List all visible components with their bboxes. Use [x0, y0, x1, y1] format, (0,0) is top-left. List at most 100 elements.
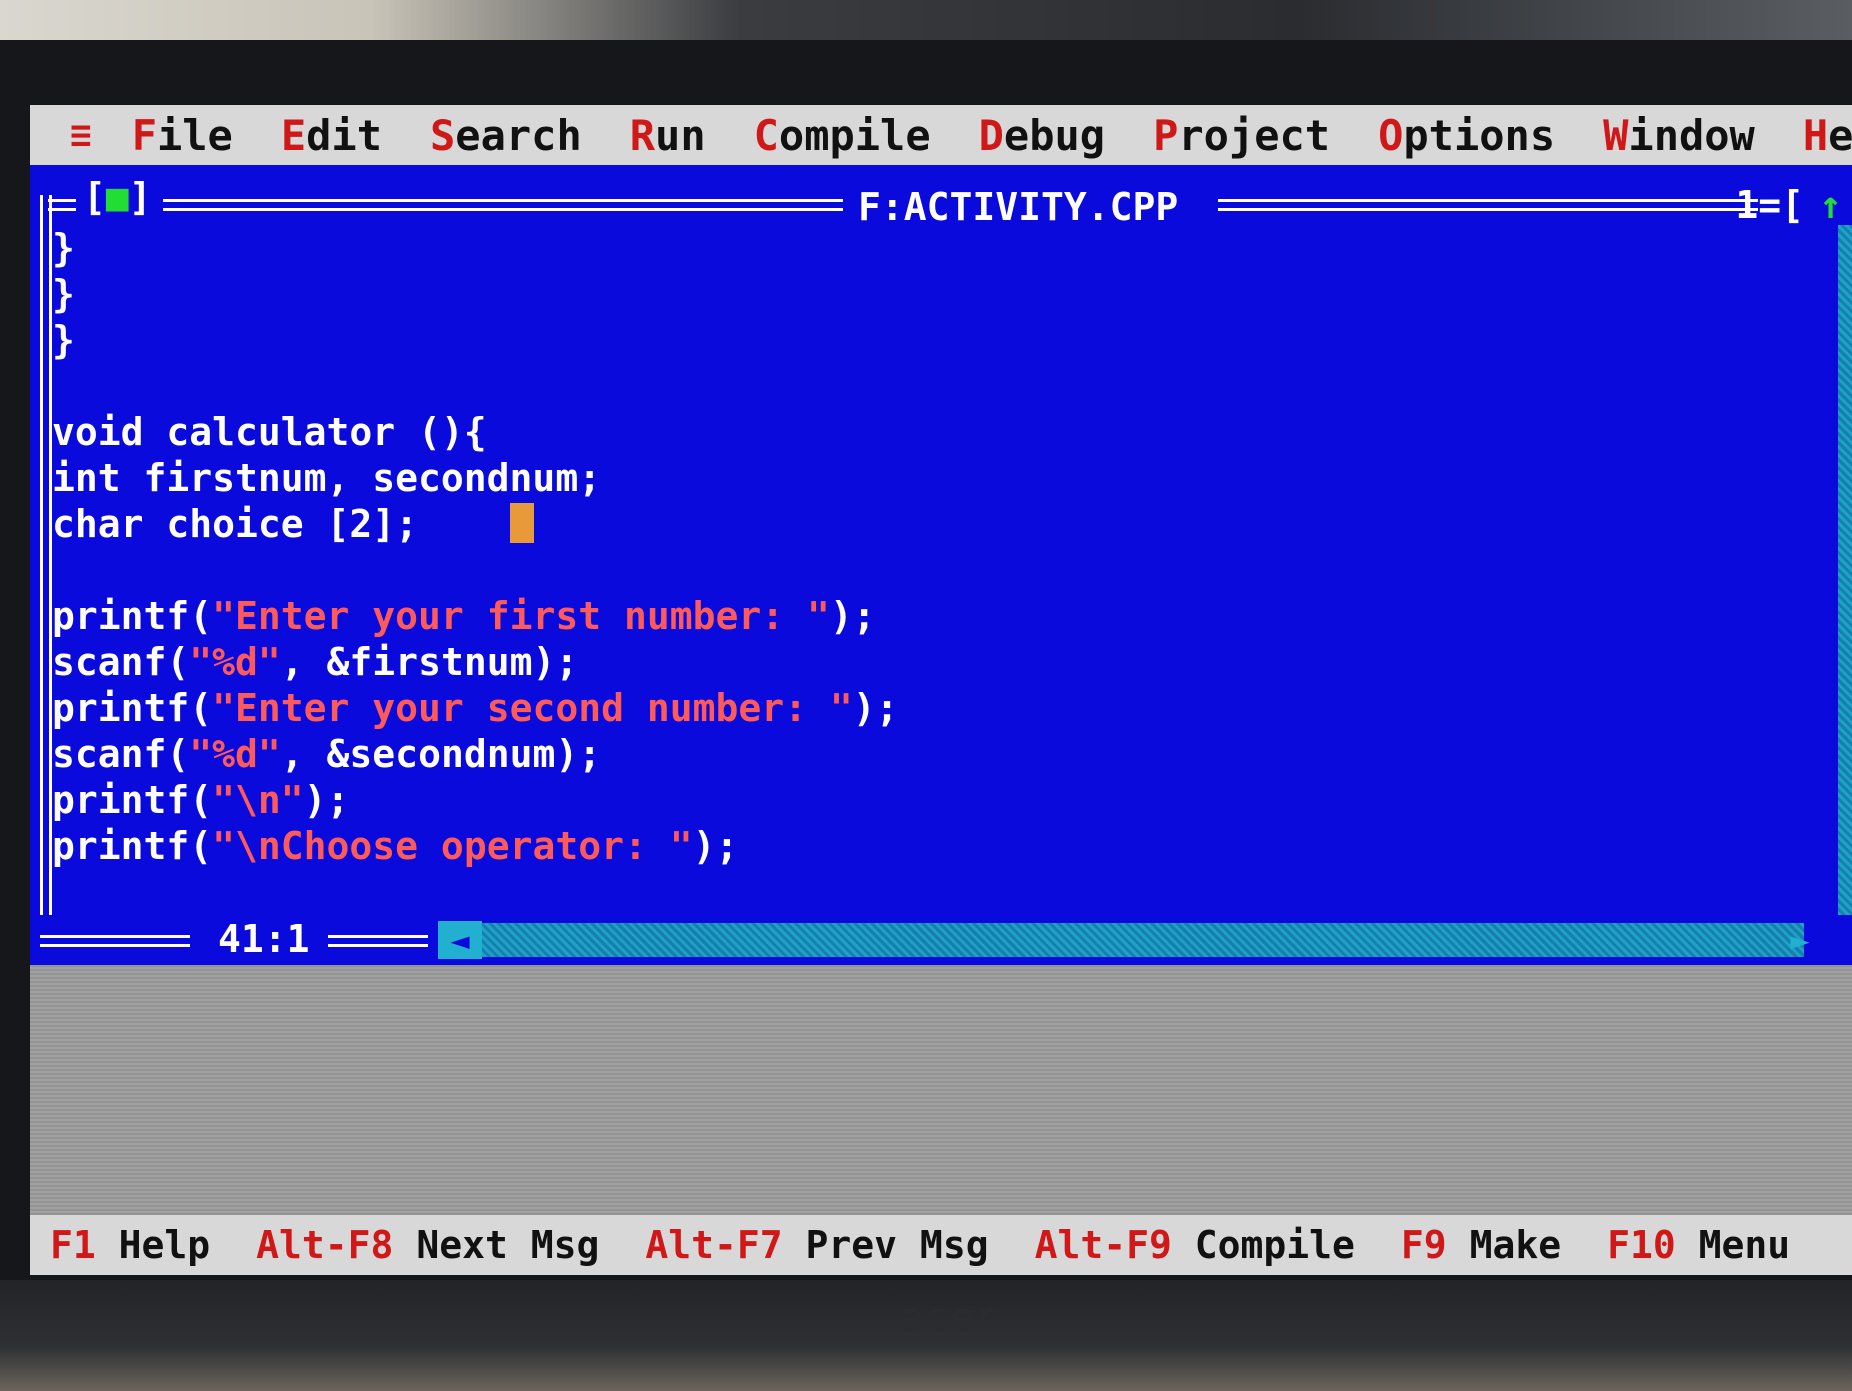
shortcut-menu[interactable]: F10 Menu: [1607, 1223, 1790, 1267]
turbo-c-screen: ≡ File Edit Search Run Compile Debug Project Op…: [30, 105, 1852, 1275]
window-number: 1=[: [1735, 183, 1804, 227]
scroll-right-arrow-icon[interactable]: ►: [1786, 921, 1814, 959]
menu-item-label: dit: [306, 110, 382, 160]
menu-item-label: ile: [156, 110, 233, 160]
shortcut-label: Make: [1469, 1223, 1562, 1267]
code-line[interactable]: }: [52, 271, 899, 317]
shortcut-help[interactable]: F1 Help: [50, 1223, 210, 1267]
frame-line: [163, 199, 843, 211]
code-line[interactable]: [52, 547, 899, 593]
menu-item-label: indow: [1628, 110, 1755, 160]
code-text: , &firstnum);: [280, 640, 579, 684]
menu-hotkey-letter: D: [978, 110, 1004, 160]
code-string-literal: "\n": [212, 778, 304, 822]
shortcut-key: Alt-F9: [1034, 1223, 1172, 1267]
menu-item-label: ebug: [1003, 110, 1106, 160]
shortcut-spacer: [1172, 1223, 1195, 1267]
menu-item-compile[interactable]: Compile: [754, 111, 931, 160]
code-string-literal: "%d": [189, 732, 281, 776]
scroll-left-arrow-icon[interactable]: ◄: [438, 921, 482, 959]
code-text: char choice [2];: [52, 502, 510, 546]
code-line[interactable]: [52, 363, 899, 409]
shortcut-spacer: [1447, 1223, 1470, 1267]
text-cursor: [509, 503, 534, 543]
code-text: );: [303, 778, 350, 822]
code-text: scanf(: [52, 640, 190, 684]
editor-file-title: F:ACTIVITY.CPP: [858, 185, 1179, 229]
code-string-literal: "\nChoose operator: ": [212, 824, 693, 868]
menu-item-search[interactable]: Search: [430, 111, 582, 160]
code-area[interactable]: }}} void calculator (){int firstnum, seco…: [52, 225, 899, 869]
menu-item-edit[interactable]: Edit: [281, 111, 382, 160]
menu-item-debug[interactable]: Debug: [979, 111, 1105, 160]
menu-hotkey-letter: W: [1603, 110, 1629, 160]
code-line[interactable]: void calculator (){: [52, 409, 899, 455]
menu-hotkey-letter: F: [131, 110, 157, 160]
code-text: );: [829, 594, 876, 638]
menu-item-label: el: [1828, 110, 1852, 160]
frame-left-border: [40, 195, 52, 915]
shortcut-label: Next Msg: [416, 1223, 600, 1267]
menu-item-label: ompile: [778, 110, 931, 160]
menu-hotkey-letter: E: [280, 110, 307, 160]
vertical-scrollbar[interactable]: [1838, 225, 1852, 915]
code-text: }: [52, 318, 75, 362]
code-line[interactable]: scanf("%d", &secondnum);: [52, 731, 899, 777]
code-text: }: [52, 226, 75, 270]
code-line[interactable]: char choice [2];: [52, 501, 899, 547]
code-string-literal: "%d": [189, 640, 281, 684]
code-line[interactable]: printf("\nChoose operator: ");: [52, 823, 899, 869]
horizontal-scrollbar[interactable]: [458, 923, 1804, 957]
code-line[interactable]: printf("\n");: [52, 777, 899, 823]
menu-hotkey-letter: S: [430, 110, 456, 160]
menu-items: File Edit Search Run Compile Debug Project Opti…: [132, 111, 1852, 160]
close-box-left: [: [83, 175, 106, 219]
shortcut-spacer: [393, 1223, 416, 1267]
shortcut-key: F10: [1607, 1223, 1676, 1267]
menu-hotkey-letter: H: [1802, 110, 1829, 160]
close-button[interactable]: [■]: [83, 175, 152, 219]
menu-item-hel[interactable]: Hel: [1803, 111, 1852, 160]
shortcut-make[interactable]: F9 Make: [1401, 1223, 1561, 1267]
ide-desktop-area: [30, 965, 1852, 1215]
system-menu-icon[interactable]: ≡: [70, 115, 92, 156]
code-string-literal: "Enter your first number: ": [212, 594, 830, 638]
editor-bottom-bar: 41:1 ◄ ►: [38, 917, 1844, 965]
menu-hotkey-letter: R: [629, 110, 656, 160]
code-text: int firstnum, secondnum;: [52, 456, 602, 500]
shortcut-spacer: [96, 1223, 119, 1267]
menu-item-options[interactable]: Options: [1378, 111, 1555, 160]
shortcut-key: F9: [1400, 1223, 1447, 1267]
code-line[interactable]: }: [52, 225, 899, 271]
code-text: scanf(: [52, 732, 190, 776]
code-line[interactable]: printf("Enter your second number: ");: [52, 685, 899, 731]
code-text: void calculator (){: [52, 410, 487, 454]
shortcut-key: Alt-F7: [645, 1223, 783, 1267]
cursor-position: 41:1: [218, 917, 310, 961]
menu-item-project[interactable]: Project: [1153, 111, 1330, 160]
menu-hotkey-letter: C: [753, 110, 779, 160]
shortcut-next-msg[interactable]: Alt-F8 Next Msg: [256, 1223, 599, 1267]
zoom-arrow-icon[interactable]: ↑: [1819, 183, 1842, 227]
menu-item-label: un: [655, 110, 706, 160]
frame-line: [328, 935, 428, 947]
code-line[interactable]: printf("Enter your first number: ");: [52, 593, 899, 639]
menu-item-window[interactable]: Window: [1603, 111, 1755, 160]
menu-item-label: roject: [1178, 110, 1331, 160]
frame-line: [48, 199, 76, 211]
menu-hotkey-letter: O: [1378, 110, 1404, 160]
menu-item-file[interactable]: File: [132, 111, 233, 160]
shortcut-prev-msg[interactable]: Alt-F7 Prev Msg: [645, 1223, 988, 1267]
shortcut-compile[interactable]: Alt-F9 Compile: [1035, 1223, 1355, 1267]
code-text: );: [852, 686, 899, 730]
close-box-right: ]: [128, 175, 152, 219]
menu-item-label: earch: [455, 110, 582, 160]
shortcut-label: Compile: [1194, 1223, 1355, 1267]
code-line[interactable]: int firstnum, secondnum;: [52, 455, 899, 501]
menu-item-run[interactable]: Run: [630, 111, 706, 160]
code-line[interactable]: scanf("%d", &firstnum);: [52, 639, 899, 685]
editor-window[interactable]: [■] F:ACTIVITY.CPP 1=[ ↑ }}} void calcula…: [30, 165, 1852, 965]
menu-item-label: ptions: [1403, 110, 1556, 160]
code-line[interactable]: }: [52, 317, 899, 363]
code-text: }: [52, 272, 75, 316]
